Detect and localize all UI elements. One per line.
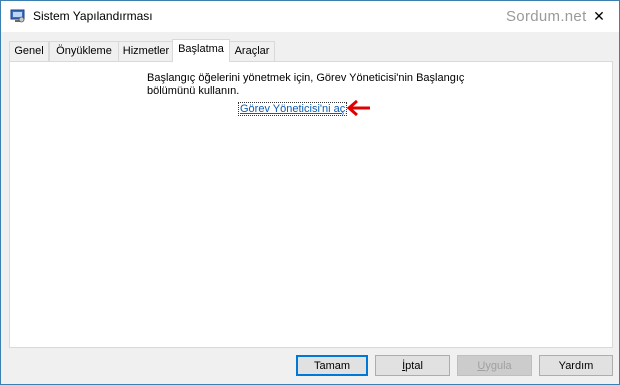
cancel-label-rest: ptal bbox=[405, 360, 423, 372]
close-button[interactable]: ✕ bbox=[589, 7, 609, 25]
cancel-button[interactable]: İptal bbox=[375, 355, 450, 376]
dialog-window: Sistem Yapılandırması Sordum.net ✕ Genel… bbox=[0, 0, 620, 385]
red-arrow-icon bbox=[346, 99, 370, 117]
title-bar[interactable]: Sistem Yapılandırması Sordum.net ✕ bbox=[1, 1, 619, 32]
tab-boot[interactable]: Önyükleme bbox=[49, 41, 119, 61]
tab-services[interactable]: Hizmetler bbox=[118, 41, 174, 61]
window-title: Sistem Yapılandırması bbox=[33, 9, 153, 23]
system-config-icon bbox=[10, 9, 25, 23]
startup-panel: Başlangıç öğelerini yönetmek için, Görev… bbox=[9, 61, 613, 348]
apply-label-rest: ygula bbox=[485, 360, 512, 372]
apply-button: Uygula bbox=[457, 355, 532, 376]
tab-tools[interactable]: Araçlar bbox=[229, 41, 275, 61]
help-button[interactable]: Yardım bbox=[539, 355, 613, 376]
watermark-text: Sordum.net bbox=[506, 8, 587, 25]
open-task-manager-link[interactable]: Görev Yöneticisi'ni aç bbox=[238, 102, 348, 116]
tab-general[interactable]: Genel bbox=[9, 41, 49, 61]
startup-description: Başlangıç öğelerini yönetmek için, Görev… bbox=[147, 72, 465, 97]
tab-startup[interactable]: Başlatma bbox=[172, 39, 230, 62]
ok-button[interactable]: Tamam bbox=[296, 355, 368, 376]
